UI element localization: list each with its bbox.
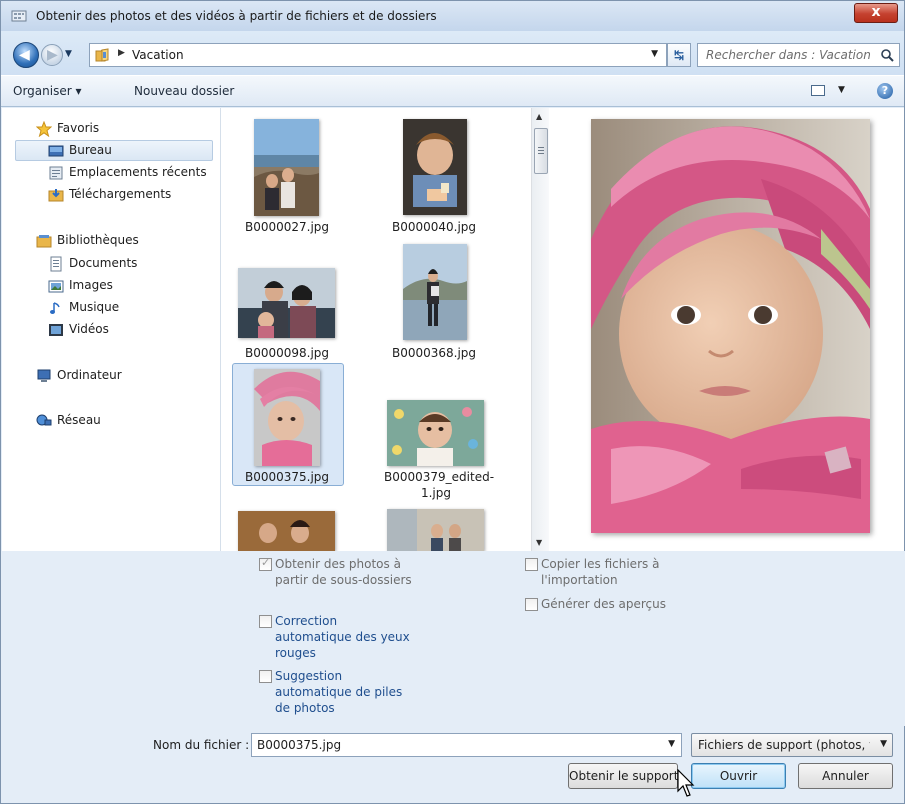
cancel-button[interactable]: Annuler [798, 763, 893, 789]
filename-dropdown-icon[interactable]: ▼ [668, 739, 675, 749]
file-thumbnail[interactable] [238, 511, 335, 551]
red-eye-label: rouges [275, 646, 316, 660]
subfolders-label: Obtenir des photos à [275, 557, 401, 571]
stacks-label: Suggestion [275, 669, 343, 683]
dialog-window: Obtenir des photos et des vidéos à parti… [0, 0, 905, 804]
documents-icon [50, 256, 62, 272]
get-media-button[interactable]: Obtenir le support [568, 763, 678, 789]
scroll-down-icon[interactable]: ▼ [536, 538, 542, 547]
breadcrumb-separator-icon[interactable]: ▶ [118, 48, 125, 58]
copy-files-checkbox[interactable] [525, 558, 538, 571]
view-options-icon[interactable] [811, 85, 825, 96]
filename-input[interactable]: B0000375.jpg ▼ [251, 733, 682, 757]
recent-pages-dropdown-icon[interactable]: ▼ [65, 49, 72, 59]
nav-selection-highlight [15, 140, 213, 161]
red-eye-checkbox[interactable] [259, 615, 272, 628]
file-name[interactable]: B0000040.jpg [382, 220, 486, 235]
back-arrow-icon: ◀ [19, 47, 30, 63]
file-thumbnail[interactable] [238, 268, 335, 338]
forward-arrow-icon: ▶ [47, 47, 58, 63]
search-input[interactable]: Rechercher dans : Vacation [697, 43, 900, 67]
file-name[interactable]: B0000027.jpg [235, 220, 339, 235]
title-bar: Obtenir des photos et des vidéos à parti… [1, 1, 904, 31]
filename-label: Nom du fichier : [153, 738, 250, 752]
help-icon[interactable]: ? [877, 83, 893, 99]
refresh-button[interactable]: ↹ [667, 43, 691, 67]
file-name[interactable]: 1.jpg [384, 486, 488, 501]
command-bar: Organiser ▾ Nouveau dossier ▼ ? [1, 75, 904, 107]
videos-icon [49, 324, 63, 336]
copy-files-label: l'importation [541, 573, 618, 587]
images-icon [48, 280, 64, 293]
filetype-select[interactable]: Fichiers de support (photos, vidéos) ▼ [691, 733, 893, 757]
file-name[interactable]: B0000368.jpg [382, 346, 486, 361]
file-name[interactable]: B0000379_edited- [384, 470, 494, 485]
window-icon [11, 10, 27, 22]
filetype-value: Fichiers de support (photos, vidéos) [698, 738, 870, 752]
scroll-thumb[interactable] [534, 128, 548, 174]
subfolders-label: partir de sous-dossiers [275, 573, 412, 587]
star-icon [36, 121, 52, 137]
breadcrumb-vacation[interactable]: Vacation [132, 48, 184, 62]
file-thumbnail[interactable] [403, 244, 467, 340]
downloads-icon [48, 189, 64, 202]
import-options [2, 551, 905, 726]
address-bar[interactable]: ▶ Vacation ▼ [89, 43, 667, 67]
view-dropdown-icon[interactable]: ▼ [838, 85, 845, 95]
file-list-scrollbar[interactable]: ▲ ▼ [531, 108, 549, 551]
desktop-icon [48, 145, 64, 157]
preview-pane [549, 108, 904, 551]
libraries-icon [36, 235, 52, 248]
stacks-label: automatique de piles [275, 685, 403, 699]
file-thumbnail-selected[interactable] [254, 369, 320, 466]
refresh-icon: ↹ [673, 48, 685, 62]
organize-menu[interactable]: Organiser ▾ [13, 84, 81, 98]
computer-icon [37, 369, 51, 382]
previews-label: Générer des aperçus [541, 597, 667, 611]
file-thumbnail[interactable] [387, 400, 484, 466]
file-thumbnail[interactable] [254, 119, 319, 216]
stacks-label: de photos [275, 701, 335, 715]
forward-button[interactable]: ▶ [41, 44, 63, 66]
back-button[interactable]: ◀ [13, 42, 39, 68]
window-title: Obtenir des photos et des vidéos à parti… [36, 9, 437, 23]
subfolders-checkbox[interactable] [259, 556, 272, 571]
stacks-checkbox[interactable] [259, 670, 272, 683]
mouse-cursor-icon [677, 769, 695, 797]
open-button[interactable]: Ouvrir [691, 763, 786, 789]
scroll-up-icon[interactable]: ▲ [536, 112, 542, 121]
folder-icon [95, 48, 109, 62]
new-folder-button[interactable]: Nouveau dossier [134, 84, 234, 98]
filename-value: B0000375.jpg [257, 738, 342, 752]
preview-image [591, 119, 870, 533]
recent-places-icon [49, 166, 63, 180]
address-dropdown-icon[interactable]: ▼ [651, 49, 658, 59]
search-placeholder: Rechercher dans : Vacation [706, 48, 871, 62]
network-icon [36, 414, 52, 426]
file-thumbnail[interactable] [387, 509, 484, 551]
file-name[interactable]: B0000098.jpg [235, 346, 339, 361]
previews-checkbox[interactable] [525, 598, 538, 611]
music-icon [50, 302, 60, 314]
file-thumbnail[interactable] [403, 119, 467, 215]
file-name[interactable]: B0000375.jpg [235, 470, 339, 485]
red-eye-label: Correction [275, 614, 338, 628]
search-icon[interactable] [880, 48, 894, 62]
red-eye-label: automatique des yeux [275, 630, 410, 644]
close-button[interactable]: x [854, 3, 898, 23]
filetype-dropdown-icon: ▼ [880, 739, 887, 749]
copy-files-label: Copier les fichiers à [541, 557, 660, 571]
